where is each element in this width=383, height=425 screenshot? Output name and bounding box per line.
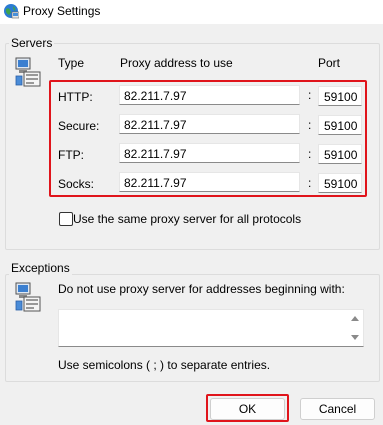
ftp-label: FTP: — [58, 148, 84, 162]
port-column-header: Port — [318, 56, 341, 70]
ok-button[interactable]: OK — [210, 398, 285, 420]
secure-address-input[interactable]: 82.211.7.97 — [119, 114, 300, 134]
same-proxy-checkbox-label[interactable]: Use the same proxy server for all protoc… — [73, 212, 301, 226]
type-column-header: Type — [58, 56, 85, 70]
http-port-separator: : — [308, 88, 312, 102]
network-computer-icon — [15, 57, 41, 87]
socks-port-separator: : — [308, 176, 312, 190]
secure-port-separator: : — [308, 118, 312, 132]
address-column-header: Proxy address to use — [120, 56, 233, 70]
http-address-input[interactable]: 82.211.7.97 — [119, 85, 300, 105]
same-proxy-checkbox[interactable] — [59, 212, 73, 226]
exceptions-description: Do not use proxy server for addresses be… — [58, 282, 345, 296]
exceptions-group-label: Exceptions — [9, 261, 72, 275]
socks-port-input[interactable]: 59100 — [318, 173, 362, 193]
http-port-input[interactable]: 59100 — [318, 86, 362, 106]
exceptions-textarea[interactable] — [58, 309, 364, 347]
http-label: HTTP: — [58, 90, 93, 104]
exceptions-hint: Use semicolons ( ; ) to separate entries… — [58, 358, 271, 372]
window-title: Proxy Settings — [23, 4, 101, 18]
servers-group-label: Servers — [9, 36, 55, 50]
scroll-down-icon[interactable] — [350, 334, 360, 342]
ftp-port-input[interactable]: 59100 — [318, 144, 362, 164]
network-computer-icon — [15, 282, 41, 312]
socks-address-input[interactable]: 82.211.7.97 — [119, 172, 300, 192]
cancel-button[interactable]: Cancel — [300, 398, 375, 420]
title-bar: Proxy Settings — [0, 0, 383, 24]
secure-label: Secure: — [58, 119, 100, 133]
secure-port-input[interactable]: 59100 — [318, 115, 362, 135]
ftp-port-separator: : — [308, 147, 312, 161]
socks-label: Socks: — [58, 177, 95, 191]
ftp-address-input[interactable]: 82.211.7.97 — [119, 143, 300, 163]
scroll-up-icon[interactable] — [350, 314, 360, 322]
globe-icon — [4, 4, 19, 19]
